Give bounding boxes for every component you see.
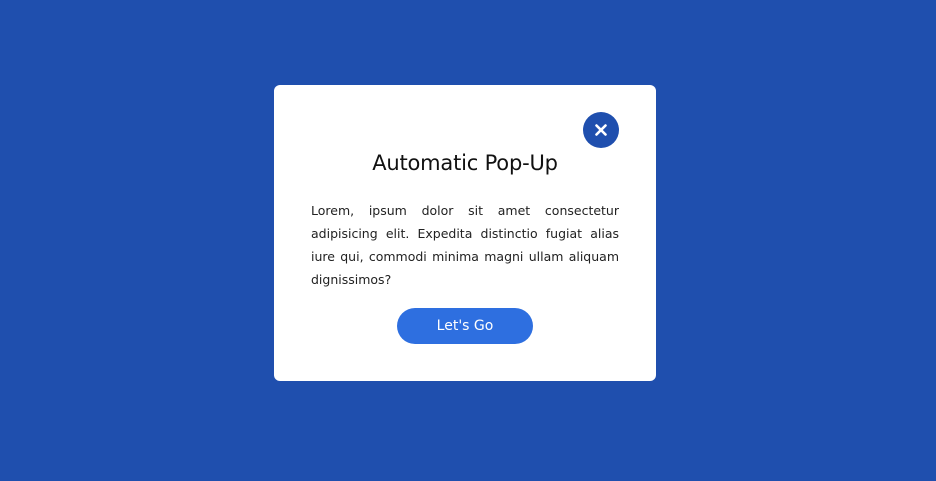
popup-body-text: Lorem, ipsum dolor sit amet consectetur … xyxy=(311,203,619,287)
popup-title: Automatic Pop-Up xyxy=(372,151,558,175)
lets-go-button[interactable]: Let's Go xyxy=(397,308,533,344)
close-button[interactable] xyxy=(583,112,619,148)
close-icon xyxy=(595,124,607,136)
popup-dialog: Automatic Pop-Up Lorem, ipsum dolor sit … xyxy=(274,85,656,381)
